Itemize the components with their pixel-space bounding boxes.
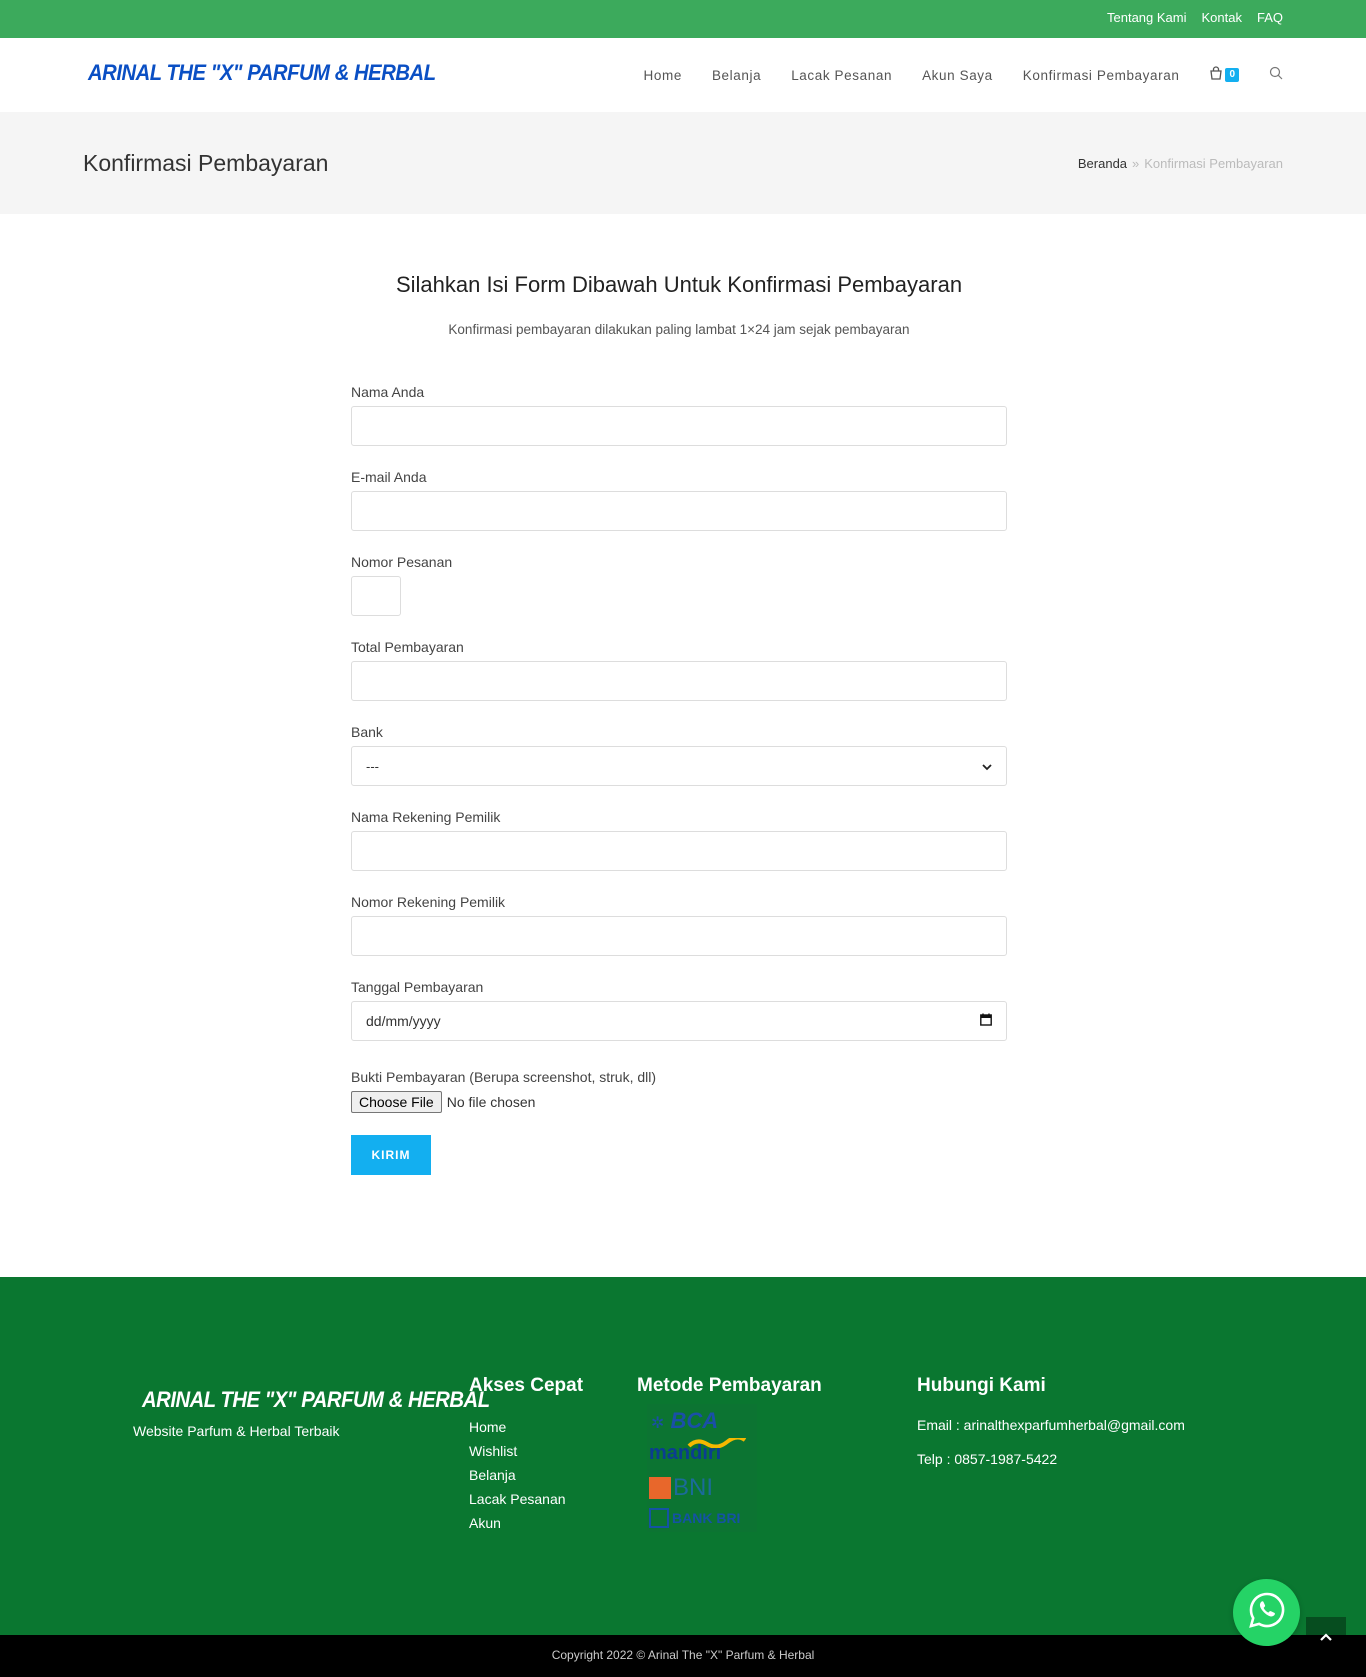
footer-link-belanja[interactable]: Belanja bbox=[469, 1463, 566, 1487]
mandiri-logo: mandiri bbox=[649, 1438, 747, 1465]
search-button[interactable] bbox=[1269, 66, 1283, 85]
top-link-kontak[interactable]: Kontak bbox=[1202, 10, 1242, 25]
name-input[interactable] bbox=[351, 406, 1007, 446]
quick-access-links: Home Wishlist Belanja Lacak Pesanan Akun bbox=[469, 1415, 566, 1535]
top-link-faq[interactable]: FAQ bbox=[1257, 10, 1283, 25]
chevron-up-icon bbox=[1320, 1628, 1332, 1646]
scroll-to-top-button[interactable] bbox=[1306, 1617, 1346, 1657]
bri-logo: BANK BRI bbox=[649, 1508, 740, 1528]
form-subheading: Konfirmasi pembayaran dilakukan paling l… bbox=[448, 322, 910, 337]
file-status: No file chosen bbox=[446, 1094, 536, 1110]
cart-button[interactable]: 0 bbox=[1209, 65, 1239, 85]
nav-belanja[interactable]: Belanja bbox=[712, 68, 761, 83]
bni-logo: BNI bbox=[649, 1474, 713, 1502]
date-placeholder: dd/mm/yyyy bbox=[366, 1013, 441, 1029]
whatsapp-icon bbox=[1247, 1590, 1287, 1635]
total-input[interactable] bbox=[351, 661, 1007, 701]
account-name-input[interactable] bbox=[351, 831, 1007, 871]
email-input[interactable] bbox=[351, 491, 1007, 531]
form-heading: Silahkan Isi Form Dibawah Untuk Konfirma… bbox=[395, 272, 963, 297]
breadcrumb-separator: » bbox=[1132, 156, 1140, 171]
total-field-group: Total Pembayaran bbox=[351, 639, 1007, 701]
page-title: Konfirmasi Pembayaran bbox=[83, 150, 329, 176]
breadcrumb: Beranda » Konfirmasi Pembayaran bbox=[1078, 156, 1283, 171]
account-name-label: Nama Rekening Pemilik bbox=[351, 809, 501, 825]
bank-logos: ✲ BCA mandiri BNI BANK BRI bbox=[647, 1404, 757, 1532]
cart-count-badge: 0 bbox=[1225, 68, 1239, 82]
name-label: Nama Anda bbox=[351, 384, 425, 400]
site-footer: ARINAL THE "X" PARFUM & HERBAL Website P… bbox=[0, 1277, 1366, 1635]
footer-link-home[interactable]: Home bbox=[469, 1415, 566, 1439]
main-nav: Home Belanja Lacak Pesanan Akun Saya Kon… bbox=[614, 38, 1366, 112]
choose-file-button[interactable]: Choose File bbox=[351, 1091, 442, 1113]
date-input[interactable]: dd/mm/yyyy bbox=[351, 1001, 1007, 1041]
submit-button[interactable]: KIRIM bbox=[351, 1135, 431, 1175]
breadcrumb-home[interactable]: Beranda bbox=[1078, 156, 1127, 171]
page-header: Konfirmasi Pembayaran Beranda » Konfirma… bbox=[0, 112, 1366, 214]
footer-link-wishlist[interactable]: Wishlist bbox=[469, 1439, 566, 1463]
footer-link-akun[interactable]: Akun bbox=[469, 1511, 566, 1535]
top-link-tentang-kami[interactable]: Tentang Kami bbox=[1107, 10, 1187, 25]
nav-home[interactable]: Home bbox=[644, 68, 682, 83]
name-field-group: Nama Anda bbox=[351, 384, 1007, 446]
email-field-group: E-mail Anda bbox=[351, 469, 1007, 531]
footer-tagline: Website Parfum & Herbal Terbaik bbox=[133, 1423, 340, 1439]
proof-field-group: Bukti Pembayaran (Berupa screenshot, str… bbox=[351, 1069, 1007, 1113]
account-number-field-group: Nomor Rekening Pemilik bbox=[351, 894, 1007, 956]
top-links: Tentang Kami Kontak FAQ bbox=[1107, 10, 1283, 25]
search-icon bbox=[1269, 66, 1283, 85]
footer-logo[interactable]: ARINAL THE "X" PARFUM & HERBAL bbox=[142, 1387, 490, 1413]
total-label: Total Pembayaran bbox=[351, 639, 464, 655]
site-header: ARINAL THE "X" PARFUM & HERBAL Home Bela… bbox=[0, 38, 1366, 112]
date-label: Tanggal Pembayaran bbox=[351, 979, 484, 995]
bca-logo: ✲ BCA bbox=[651, 1408, 719, 1433]
payment-methods-title: Metode Pembayaran bbox=[637, 1375, 822, 1396]
shopping-bag-icon bbox=[1209, 65, 1223, 85]
order-field-group: Nomor Pesanan bbox=[351, 554, 1007, 616]
proof-label: Bukti Pembayaran (Berupa screenshot, str… bbox=[351, 1069, 657, 1085]
email-label: E-mail Anda bbox=[351, 469, 427, 485]
bank-select[interactable]: --- bbox=[351, 746, 1007, 786]
breadcrumb-current: Konfirmasi Pembayaran bbox=[1144, 156, 1283, 171]
copyright: Copyright 2022 © Arinal The "X" Parfum &… bbox=[551, 1648, 815, 1662]
quick-access-title: Akses Cepat bbox=[469, 1375, 584, 1396]
account-number-input[interactable] bbox=[351, 916, 1007, 956]
top-bar: Tentang Kami Kontak FAQ bbox=[0, 0, 1366, 38]
file-input: Choose File No file chosen bbox=[351, 1091, 1007, 1113]
contact-email[interactable]: Email : arinalthexparfumherbal@gmail.com bbox=[917, 1417, 1185, 1433]
footer-bottom-bar: Copyright 2022 © Arinal The "X" Parfum &… bbox=[0, 1635, 1366, 1677]
bank-field-group: Bank --- bbox=[351, 724, 1007, 786]
account-name-field-group: Nama Rekening Pemilik bbox=[351, 809, 1007, 871]
whatsapp-button[interactable] bbox=[1233, 1579, 1300, 1646]
bank-label: Bank bbox=[351, 724, 383, 740]
nav-akun-saya[interactable]: Akun Saya bbox=[922, 68, 993, 83]
calendar-icon[interactable] bbox=[980, 1013, 992, 1029]
nav-lacak-pesanan[interactable]: Lacak Pesanan bbox=[791, 68, 892, 83]
nav-konfirmasi-pembayaran[interactable]: Konfirmasi Pembayaran bbox=[1023, 68, 1180, 83]
bank-selected-value: --- bbox=[366, 758, 379, 774]
contact-phone[interactable]: Telp : 0857-1987-5422 bbox=[917, 1451, 1057, 1467]
chevron-down-icon bbox=[982, 759, 992, 774]
order-number-label: Nomor Pesanan bbox=[351, 554, 453, 570]
order-number-input[interactable] bbox=[351, 576, 401, 616]
account-number-label: Nomor Rekening Pemilik bbox=[351, 894, 506, 910]
footer-link-lacak-pesanan[interactable]: Lacak Pesanan bbox=[469, 1487, 566, 1511]
site-logo[interactable]: ARINAL THE "X" PARFUM & HERBAL bbox=[88, 60, 436, 86]
contact-title: Hubungi Kami bbox=[917, 1375, 1046, 1396]
date-field-group: Tanggal Pembayaran dd/mm/yyyy bbox=[351, 979, 1007, 1041]
